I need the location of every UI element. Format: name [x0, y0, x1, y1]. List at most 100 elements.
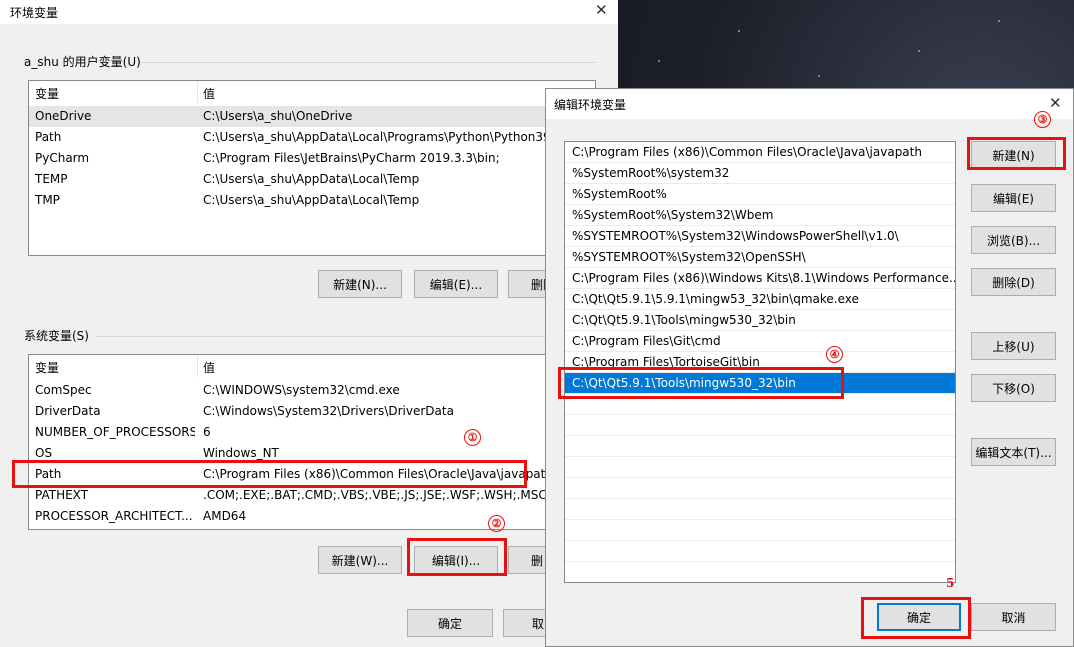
- table-row[interactable]: ComSpec C:\WINDOWS\system32\cmd.exe: [29, 380, 595, 401]
- path-text: C:\Program Files (x86)\Common Files\Orac…: [572, 145, 922, 159]
- path-text: %SystemRoot%\System32\Wbem: [572, 208, 774, 222]
- move-up-button[interactable]: 上移(U): [971, 332, 1056, 360]
- path-item[interactable]: C:\Program Files (x86)\Common Files\Orac…: [565, 142, 955, 163]
- close-icon[interactable]: ✕: [1049, 94, 1062, 112]
- path-item[interactable]: %SYSTEMROOT%\System32\WindowsPowerShell\…: [565, 226, 955, 247]
- path-text: %SYSTEMROOT%\System32\WindowsPowerShell\…: [572, 229, 899, 243]
- group-divider: [140, 62, 596, 63]
- table-row[interactable]: PATHEXT .COM;.EXE;.BAT;.CMD;.VBS;.VBE;.J…: [29, 485, 595, 506]
- step-marker-2: ②: [488, 515, 505, 532]
- move-down-button[interactable]: 下移(O): [971, 374, 1056, 402]
- variable-name: TMP: [35, 193, 60, 207]
- step-marker-1: ①: [464, 429, 481, 446]
- step-marker-3: ③: [1034, 111, 1051, 128]
- column-header-value[interactable]: 值: [203, 85, 215, 102]
- variable-value: C:\WINDOWS\system32\cmd.exe: [203, 383, 400, 397]
- variable-value: C:\Windows\System32\Drivers\DriverData: [203, 404, 454, 418]
- path-text: C:\Qt\Qt5.9.1\5.9.1\mingw53_32\bin\qmake…: [572, 292, 859, 306]
- step-marker-4: ④: [826, 346, 843, 363]
- variable-name: TEMP: [35, 172, 68, 186]
- variable-value: C:\Users\a_shu\OneDrive: [203, 109, 353, 123]
- path-item-empty[interactable]: [565, 478, 955, 499]
- path-text: %SYSTEMROOT%\System32\OpenSSH\: [572, 250, 806, 264]
- variable-name: PATHEXT: [35, 488, 89, 502]
- table-row[interactable]: OneDrive C:\Users\a_shu\OneDrive: [29, 106, 595, 127]
- path-item-empty[interactable]: [565, 499, 955, 520]
- edit-path-button[interactable]: 编辑(E): [971, 184, 1056, 212]
- variable-value: 6: [203, 425, 211, 439]
- variable-name: OneDrive: [35, 109, 92, 123]
- browse-button[interactable]: 浏览(B)...: [971, 226, 1056, 254]
- path-item-empty[interactable]: [565, 541, 955, 562]
- variable-name: OS: [35, 446, 53, 460]
- table-row[interactable]: TEMP C:\Users\a_shu\AppData\Local\Temp: [29, 169, 595, 190]
- path-item-empty[interactable]: [565, 562, 955, 582]
- path-text: C:\Program Files (x86)\Windows Kits\8.1\…: [572, 271, 956, 285]
- variable-value: C:\Program Files\JetBrains\PyCharm 2019.…: [203, 151, 500, 165]
- variable-name: NUMBER_OF_PROCESSORS: [35, 425, 195, 439]
- path-item-empty[interactable]: [565, 520, 955, 541]
- column-header-value[interactable]: 值: [203, 359, 215, 376]
- path-item-empty[interactable]: [565, 457, 955, 478]
- variable-name: PROCESSOR_ARCHITECT...: [35, 509, 193, 523]
- highlight-new-button: [967, 137, 1066, 170]
- path-item[interactable]: C:\Program Files\Git\cmd: [565, 331, 955, 352]
- edit-environment-variable-dialog: 编辑环境变量 ✕ C:\Program Files (x86)\Common F…: [545, 88, 1074, 647]
- path-item[interactable]: %SystemRoot%: [565, 184, 955, 205]
- group-divider: [96, 336, 596, 337]
- path-item-empty[interactable]: [565, 436, 955, 457]
- path-text: C:\Program Files\Git\cmd: [572, 334, 721, 348]
- column-divider[interactable]: [197, 355, 198, 377]
- highlight-new-path: [558, 367, 844, 399]
- user-variables-group-label: a_shu 的用户变量(U): [24, 55, 141, 69]
- path-item[interactable]: %SystemRoot%\system32: [565, 163, 955, 184]
- ok-button[interactable]: 确定: [407, 609, 493, 637]
- table-row[interactable]: PyCharm C:\Program Files\JetBrains\PyCha…: [29, 148, 595, 169]
- column-header-variable[interactable]: 变量: [35, 85, 59, 102]
- variable-name: ComSpec: [35, 383, 92, 397]
- table-row[interactable]: PROCESSOR_ARCHITECT... AMD64: [29, 506, 595, 527]
- path-item[interactable]: C:\Qt\Qt5.9.1\5.9.1\mingw53_32\bin\qmake…: [565, 289, 955, 310]
- path-item[interactable]: C:\Qt\Qt5.9.1\Tools\mingw530_32\bin: [565, 310, 955, 331]
- variable-value: Windows_NT: [203, 446, 279, 460]
- dialog-title: 编辑环境变量: [554, 98, 627, 112]
- user-new-button[interactable]: 新建(N)...: [318, 270, 402, 298]
- table-row[interactable]: TMP C:\Users\a_shu\AppData\Local\Temp: [29, 190, 595, 211]
- path-item[interactable]: %SYSTEMROOT%\System32\OpenSSH\: [565, 247, 955, 268]
- list-header: 变量 值: [29, 81, 595, 103]
- cancel-button[interactable]: 取消: [971, 603, 1056, 631]
- path-item-empty[interactable]: [565, 415, 955, 436]
- table-row[interactable]: Path C:\Users\a_shu\AppData\Local\Progra…: [29, 127, 595, 148]
- highlight-path-row: [12, 460, 527, 488]
- title-bar: 环境变量 ✕: [0, 0, 618, 24]
- user-edit-button[interactable]: 编辑(E)...: [414, 270, 498, 298]
- delete-path-button[interactable]: 删除(D): [971, 268, 1056, 296]
- variable-value: C:\Users\a_shu\AppData\Local\Programs\Py…: [203, 130, 551, 144]
- variable-name: PyCharm: [35, 151, 90, 165]
- system-variables-list[interactable]: 变量 值 ComSpec C:\WINDOWS\system32\cmd.exe…: [28, 354, 596, 530]
- user-variables-list[interactable]: 变量 值 OneDrive C:\Users\a_shu\OneDrive Pa…: [28, 80, 596, 256]
- path-item[interactable]: %SystemRoot%\System32\Wbem: [565, 205, 955, 226]
- table-row[interactable]: NUMBER_OF_PROCESSORS 6: [29, 422, 595, 443]
- variable-value: .COM;.EXE;.BAT;.CMD;.VBS;.VBE;.JS;.JSE;.…: [203, 488, 547, 502]
- variable-value: C:\Users\a_shu\AppData\Local\Temp: [203, 172, 420, 186]
- system-new-button[interactable]: 新建(W)...: [318, 546, 402, 574]
- table-row[interactable]: DriverData C:\Windows\System32\Drivers\D…: [29, 401, 595, 422]
- path-list[interactable]: C:\Program Files (x86)\Common Files\Orac…: [564, 141, 956, 583]
- column-header-variable[interactable]: 变量: [35, 359, 59, 376]
- environment-variables-dialog: 环境变量 ✕ a_shu 的用户变量(U) 变量 值 OneDrive C:\U…: [0, 0, 618, 647]
- path-text: %SystemRoot%\system32: [572, 166, 730, 180]
- system-variables-group-label: 系统变量(S): [24, 329, 89, 343]
- edit-text-button[interactable]: 编辑文本(T)...: [971, 438, 1056, 466]
- path-text: %SystemRoot%: [572, 187, 667, 201]
- list-header: 变量 值: [29, 355, 595, 377]
- variable-name: DriverData: [35, 404, 101, 418]
- close-icon[interactable]: ✕: [595, 1, 608, 19]
- highlight-edit-button: [407, 538, 507, 576]
- variable-value: AMD64: [203, 509, 247, 523]
- step-marker-5: 5: [946, 576, 955, 590]
- column-divider[interactable]: [197, 81, 198, 103]
- dialog-title: 环境变量: [10, 6, 59, 20]
- path-item[interactable]: C:\Program Files (x86)\Windows Kits\8.1\…: [565, 268, 955, 289]
- highlight-ok-button: [861, 597, 971, 639]
